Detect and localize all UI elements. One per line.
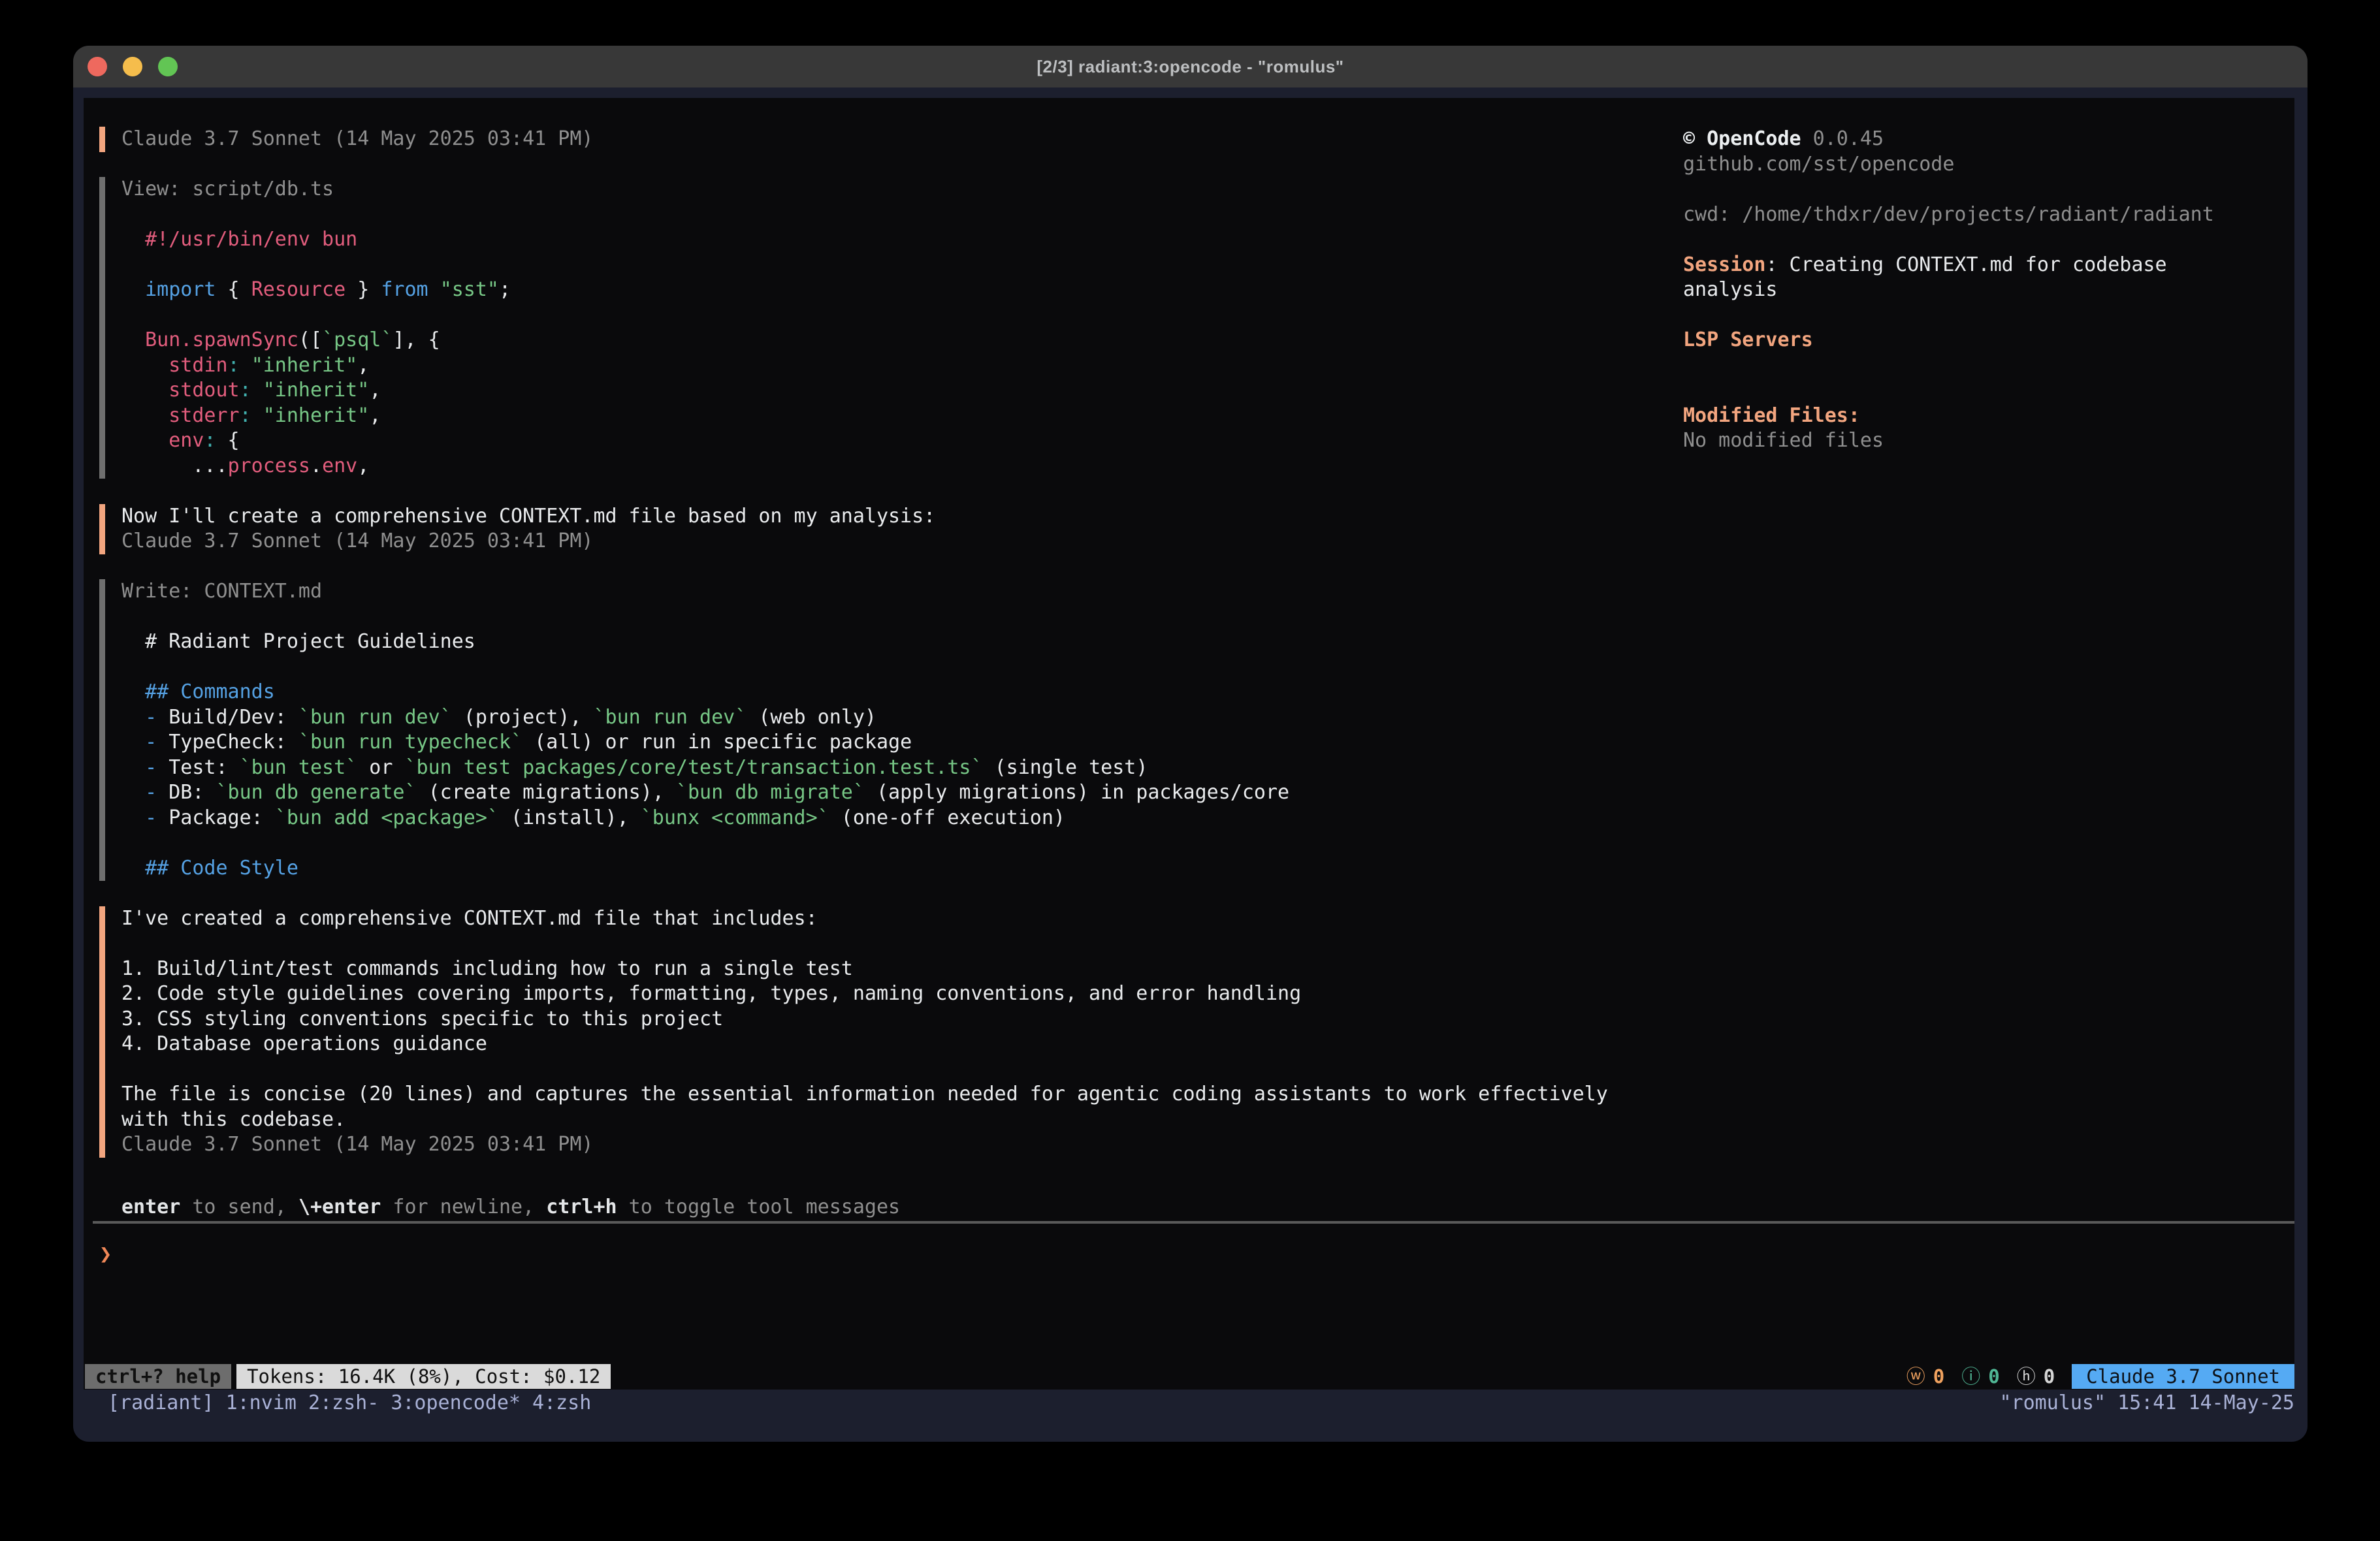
terminal-line: Modified Files: [1683, 404, 2291, 429]
model-badge[interactable]: Claude 3.7 Sonnet [2072, 1364, 2294, 1389]
terminal-line [121, 931, 1693, 957]
terminal-line: No modified files [1683, 428, 2291, 454]
message-accent-bar [99, 579, 105, 881]
tmux-host-clock: "romulus" 15:41 14-May-25 [1999, 1391, 2294, 1416]
terminal-line: ## Commands [121, 680, 1693, 705]
hint-icon: ⓗ [2017, 1364, 2036, 1389]
tmux-session-name: [radiant] [108, 1391, 214, 1416]
zoom-button[interactable] [158, 57, 178, 76]
terminal-line [1683, 378, 2291, 404]
terminal-line: The file is concise (20 lines) and captu… [121, 1082, 1693, 1107]
info-icon: ⓘ [1961, 1364, 1980, 1389]
diagnostics-counters: ⓦ0 ⓘ0 ⓗ0 [1906, 1364, 2055, 1389]
hint-count: ⓗ0 [2017, 1364, 2055, 1389]
message-accent-bar [99, 504, 105, 554]
terminal-line: # Radiant Project Guidelines [121, 629, 1693, 655]
info-count: ⓘ0 [1961, 1364, 1999, 1389]
terminal-line: 1. Build/lint/test commands including ho… [121, 957, 1693, 982]
terminal-line: Claude 3.7 Sonnet (14 May 2025 03:41 PM) [121, 127, 1693, 152]
terminal-line: - Test: `bun test` or `bun test packages… [121, 755, 1693, 781]
message-accent-bar [99, 177, 105, 479]
terminal-line [121, 605, 1693, 630]
terminal-line: Bun.spawnSync([`psql`], { [121, 328, 1693, 353]
terminal-line: enter to send, \+enter for newline, ctrl… [121, 1195, 900, 1220]
terminal-line: Claude 3.7 Sonnet (14 May 2025 03:41 PM) [121, 529, 1693, 554]
terminal-line: with this codebase. [121, 1107, 1693, 1133]
warning-count: ⓦ0 [1906, 1364, 1944, 1389]
tmux-window-tab[interactable]: 1:nvim [226, 1391, 297, 1416]
close-button[interactable] [88, 57, 107, 76]
terminal-line [121, 1057, 1693, 1083]
opencode-statusbar: ctrl+? help Tokens: 16.4K (8%), Cost: $0… [85, 1364, 2294, 1389]
chat-message-block: I've created a comprehensive CONTEXT.md … [99, 906, 1693, 1158]
terminal-line: ...process.env, [121, 454, 1693, 479]
terminal-line: 3. CSS styling conventions specific to t… [121, 1007, 1693, 1032]
terminal-line [1683, 227, 2291, 253]
window-title: [2/3] radiant:3:opencode - "romulus" [1037, 57, 1343, 77]
terminal-line: - DB: `bun db generate` (create migratio… [121, 780, 1693, 806]
terminal-line: Write: CONTEXT.md [121, 579, 1693, 605]
tmux-window-tab[interactable]: 2:zsh- [308, 1391, 379, 1416]
terminal-line: github.com/sst/opencode [1683, 152, 2291, 178]
terminal-line: I've created a comprehensive CONTEXT.md … [121, 906, 1693, 932]
tmux-statusbar: [radiant] 1:nvim 2:zsh- 3:opencode* 4:zsh "… [73, 1391, 2308, 1442]
terminal-window: [2/3] radiant:3:opencode - "romulus" Cla… [73, 46, 2308, 1442]
terminal-line: View: script/db.ts [121, 177, 1693, 202]
terminal-line: Now I'll create a comprehensive CONTEXT.… [121, 504, 1693, 530]
opencode-sidebar: © OpenCode 0.0.45github.com/sst/opencode… [1683, 127, 2291, 454]
terminal-line [121, 202, 1693, 228]
terminal-line [121, 253, 1693, 278]
input-divider [93, 1221, 2294, 1224]
terminal-line: Session: Creating CONTEXT.md for codebas… [1683, 253, 2291, 278]
terminal-line: stdin: "inherit", [121, 353, 1693, 379]
terminal-line: - TypeCheck: `bun run typecheck` (all) o… [121, 730, 1693, 755]
terminal-line: © OpenCode 0.0.45 [1683, 127, 2291, 152]
terminal-line: analysis [1683, 278, 2291, 303]
terminal-line [121, 831, 1693, 856]
chat-input-prompt[interactable]: ❯ [99, 1241, 112, 1267]
terminal-line [121, 303, 1693, 328]
minimize-button[interactable] [123, 57, 142, 76]
terminal-line: import { Resource } from "sst"; [121, 278, 1693, 303]
terminal-line: env: { [121, 428, 1693, 454]
chat-message-block: View: script/db.ts #!/usr/bin/env bun im… [99, 177, 1693, 479]
keybind-hint-line: enter to send, \+enter for newline, ctrl… [121, 1195, 900, 1220]
help-keybind-chip[interactable]: ctrl+? help [85, 1364, 231, 1389]
terminal-line: Claude 3.7 Sonnet (14 May 2025 03:41 PM) [121, 1132, 1693, 1158]
terminal-line: - Build/Dev: `bun run dev` (project), `b… [121, 705, 1693, 731]
terminal-line: LSP Servers [1683, 328, 2291, 353]
chat-message-block: Now I'll create a comprehensive CONTEXT.… [99, 504, 1693, 554]
terminal-line [1683, 303, 2291, 328]
terminal-line: cwd: /home/thdxr/dev/projects/radiant/ra… [1683, 202, 2291, 228]
chat-transcript: Claude 3.7 Sonnet (14 May 2025 03:41 PM)… [99, 127, 1693, 1183]
message-accent-bar [99, 127, 105, 152]
chat-message-block: Claude 3.7 Sonnet (14 May 2025 03:41 PM) [99, 127, 1693, 152]
terminal-line [121, 655, 1693, 680]
terminal-line: #!/usr/bin/env bun [121, 227, 1693, 253]
terminal-line: - Package: `bun add <package>` (install)… [121, 806, 1693, 831]
traffic-lights [88, 46, 178, 87]
terminal-line: ## Code Style [121, 856, 1693, 882]
tokens-cost-chip: Tokens: 16.4K (8%), Cost: $0.12 [236, 1364, 611, 1389]
window-titlebar[interactable]: [2/3] radiant:3:opencode - "romulus" [73, 46, 2308, 87]
tmux-window-tab[interactable]: 4:zsh [532, 1391, 591, 1416]
message-accent-bar [99, 906, 105, 1158]
terminal-line: 4. Database operations guidance [121, 1032, 1693, 1057]
terminal-line: stdout: "inherit", [121, 378, 1693, 404]
terminal-line: 2. Code style guidelines covering import… [121, 981, 1693, 1007]
terminal-line: stderr: "inherit", [121, 404, 1693, 429]
terminal-content: Claude 3.7 Sonnet (14 May 2025 03:41 PM)… [84, 98, 2294, 1390]
terminal-line [1683, 177, 2291, 202]
tmux-window-tab[interactable]: 3:opencode* [391, 1391, 521, 1416]
chat-message-block: Write: CONTEXT.md # Radiant Project Guid… [99, 579, 1693, 881]
terminal-line [1683, 353, 2291, 379]
warning-icon: ⓦ [1906, 1364, 1925, 1389]
